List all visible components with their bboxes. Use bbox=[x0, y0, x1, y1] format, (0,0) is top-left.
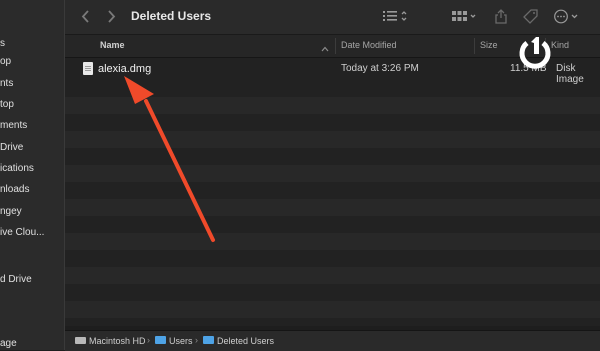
hard-drive-icon bbox=[75, 337, 86, 344]
chevron-right-icon: › bbox=[147, 335, 150, 345]
watermark-logo-icon bbox=[519, 37, 551, 69]
breadcrumb-users[interactable]: Users bbox=[169, 336, 193, 346]
breadcrumb-macintosh-hd[interactable]: Macintosh HD bbox=[89, 336, 146, 346]
chevron-right-icon: › bbox=[195, 335, 198, 345]
path-bar: Macintosh HD › Users › Deleted Users bbox=[65, 330, 600, 351]
breadcrumb-deleted-users[interactable]: Deleted Users bbox=[217, 336, 274, 346]
folder-icon bbox=[203, 336, 214, 344]
red-arrow-annotation bbox=[124, 76, 215, 242]
folder-icon bbox=[155, 336, 166, 344]
